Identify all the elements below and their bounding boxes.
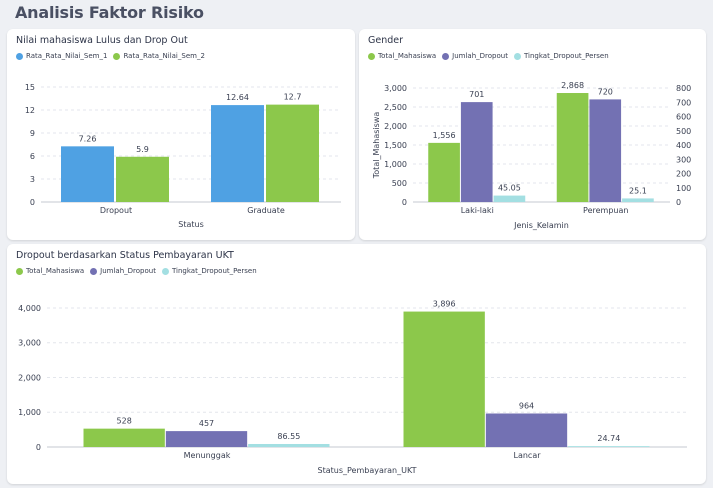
data-label: 720: [598, 87, 613, 96]
data-label: 24.74: [597, 434, 620, 443]
bar: [589, 99, 622, 202]
bar: [460, 102, 493, 202]
bar: [428, 142, 460, 202]
data-label: 964: [519, 401, 534, 410]
bar: [485, 413, 568, 447]
y2-tick-label: 700: [676, 98, 691, 107]
y-tick-label: 1,000: [18, 408, 41, 417]
y-tick-label: 4,000: [18, 304, 41, 313]
bar: [622, 198, 654, 202]
y-tick-label: 2,000: [18, 373, 41, 382]
y2-tick-label: 0: [676, 198, 681, 207]
y-tick-label: 9: [30, 129, 35, 138]
y-tick-label: 0: [402, 198, 407, 207]
chart-plot-gender: 0 500 1,000 1,500 2,000 2,500 3,000 0 100 200 300 4…: [372, 81, 691, 230]
y-tick-label: 1,000: [384, 160, 407, 169]
data-label: 25.1: [629, 186, 647, 195]
data-label: 3,896: [433, 300, 456, 309]
x-tick-label: Dropout: [100, 206, 132, 215]
data-label: 86.55: [277, 432, 300, 441]
y-tick-label: 2,500: [384, 103, 407, 112]
bar: [493, 195, 526, 202]
y-tick-label: 1,500: [384, 141, 407, 150]
y-tick-label: 0: [30, 198, 35, 207]
x-tick-label: Graduate: [247, 206, 285, 215]
data-label: 5.9: [136, 145, 149, 154]
chart-plot-ukt: 0 1,000 2,000 3,000 4,000 528 457 86.55 Menungga…: [18, 300, 687, 475]
y-tick-label: 6: [30, 152, 35, 161]
y2-tick-label: 800: [676, 84, 691, 93]
data-label: 701: [469, 90, 484, 99]
bar: [568, 446, 650, 447]
x-axis-title: Jenis_Kelamin: [513, 221, 569, 230]
y-tick-label: 3,000: [384, 84, 407, 93]
bar: [83, 428, 165, 447]
y2-tick-label: 300: [676, 155, 691, 164]
y-tick-label: 3: [30, 175, 35, 184]
data-label: 12.64: [226, 93, 249, 102]
y-axis-title: Total_Mahasiswa: [372, 112, 381, 180]
bar: [556, 93, 589, 202]
bar: [116, 156, 169, 202]
data-label: 528: [117, 417, 132, 426]
bar: [266, 104, 319, 202]
data-label: 7.26: [79, 134, 97, 143]
x-axis-title: Status: [178, 220, 204, 229]
y2-tick-label: 600: [676, 113, 691, 122]
y2-tick-label: 500: [676, 127, 691, 136]
data-label: 1,556: [433, 131, 456, 140]
bar: [165, 431, 248, 447]
y-tick-label: 15: [25, 83, 35, 92]
bar: [403, 311, 485, 447]
chart-plot-nilai: 0 3 6 9 12 15 7.26 5.9 Dropout 12.64 12.7 Graduate S…: [25, 83, 341, 229]
x-tick-label: Lancar: [513, 451, 541, 460]
y-tick-label: 2,000: [384, 122, 407, 131]
x-tick-label: Laki-laki: [461, 206, 494, 215]
y2-tick-label: 400: [676, 141, 691, 150]
y-tick-label: 0: [36, 443, 41, 452]
chart-card-ukt: Dropout berdasarkan Status Pembayaran UK…: [7, 244, 706, 484]
page-title: Analisis Faktor Risiko: [15, 3, 204, 22]
data-label: 2,868: [561, 81, 584, 90]
y-tick-label: 12: [25, 106, 35, 115]
bar: [248, 443, 330, 447]
chart-card-nilai: Nilai mahasiswa Lulus dan Drop Out Rata_…: [7, 29, 355, 240]
x-tick-label: Menunggak: [184, 451, 231, 460]
data-label: 45.05: [498, 184, 521, 193]
y-tick-label: 3,000: [18, 339, 41, 348]
x-tick-label: Perempuan: [583, 206, 628, 215]
bar: [211, 105, 264, 202]
y2-tick-label: 100: [676, 184, 691, 193]
data-label: 12.7: [284, 93, 302, 102]
data-label: 457: [199, 419, 214, 428]
y-tick-label: 500: [392, 179, 407, 188]
bar: [61, 146, 114, 202]
chart-card-gender: Gender Total_Mahasiswa Jumlah_Dropout Ti…: [359, 29, 706, 240]
x-axis-title: Status_Pembayaran_UKT: [318, 466, 417, 475]
y2-tick-label: 200: [676, 170, 691, 179]
